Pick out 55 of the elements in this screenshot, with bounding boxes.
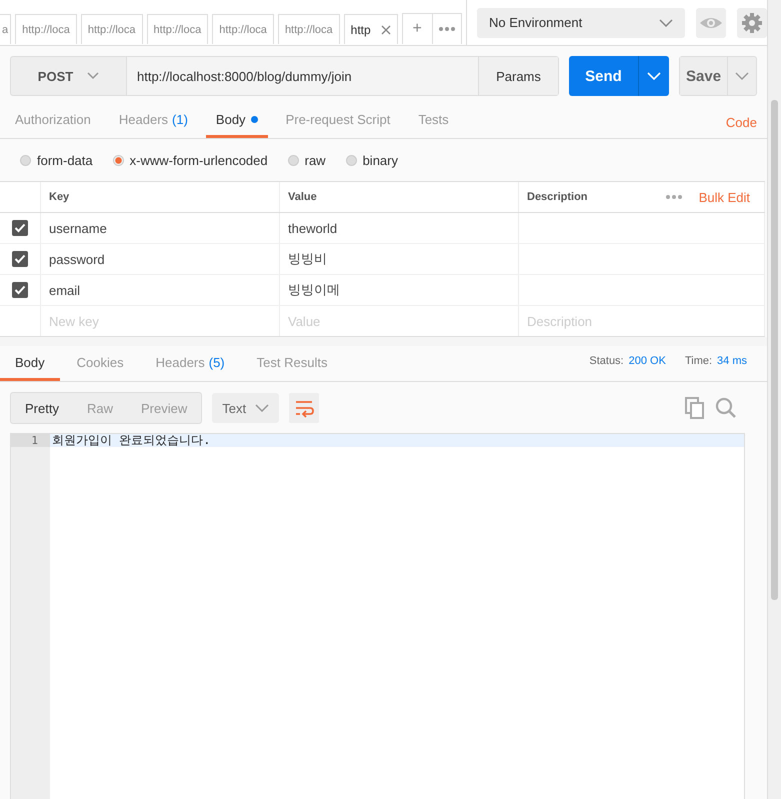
checkbox[interactable] — [12, 282, 28, 298]
request-section-tab[interactable]: Authorization — [5, 112, 101, 138]
request-tab[interactable]: http — [344, 14, 398, 44]
checkbox[interactable] — [12, 251, 28, 267]
table-cell[interactable]: 빙빙비 — [280, 244, 519, 274]
time-label: Time: — [684, 355, 712, 367]
response-tab[interactable]: Cookies — [62, 355, 139, 381]
request-tab[interactable]: http://loca — [15, 14, 77, 44]
checkbox[interactable] — [12, 220, 28, 236]
table-cell[interactable]: username — [41, 213, 280, 243]
close-icon[interactable] — [380, 24, 391, 34]
eye-icon[interactable] — [696, 8, 726, 38]
column-header: Description — [527, 191, 588, 203]
column-header: Value — [280, 182, 519, 212]
wrap-icon[interactable] — [289, 393, 320, 423]
body-type-radio[interactable]: x-www-form-urlencoded — [112, 152, 268, 168]
response-tab[interactable]: Test Results — [242, 355, 342, 381]
caret-icon[interactable] — [639, 56, 669, 96]
view-mode-button[interactable]: Pretty — [11, 393, 73, 423]
scrollbar[interactable] — [767, 0, 781, 799]
copy-icon[interactable] — [685, 397, 705, 419]
table-cell[interactable]: password — [41, 244, 280, 274]
environment-dropdown[interactable]: No Environment — [477, 8, 685, 38]
request-section-tab[interactable]: Body — [206, 112, 268, 138]
time-value: 34 ms — [717, 355, 747, 367]
code-link[interactable]: Code — [726, 115, 757, 138]
request-tab[interactable]: a — [0, 14, 12, 44]
status-label: Status: — [589, 355, 624, 367]
request-section-tab[interactable]: Headers (1) — [108, 112, 198, 138]
bulk-edit-link[interactable]: Bulk Edit — [698, 190, 750, 204]
save-button[interactable]: Save — [680, 57, 728, 95]
body-type-radio[interactable]: binary — [346, 152, 398, 168]
request-tab[interactable]: http://loca — [278, 14, 340, 44]
request-section-tab[interactable]: Tests — [408, 112, 459, 138]
table-cell[interactable]: theworld — [280, 213, 519, 243]
more-icon[interactable] — [664, 194, 683, 200]
caret-icon[interactable] — [659, 18, 673, 26]
search-icon[interactable] — [715, 397, 737, 419]
settings-icon[interactable] — [737, 8, 767, 38]
body-type-radio[interactable]: raw — [288, 152, 326, 168]
send-button[interactable]: Send — [569, 56, 639, 96]
response-tab[interactable]: Headers (5) — [140, 355, 240, 381]
body-type-radio[interactable]: form-data — [20, 152, 93, 168]
line-number: 1 — [11, 434, 50, 447]
format-dropdown[interactable]: Text — [212, 393, 280, 423]
request-section-tab[interactable]: Pre-request Script — [276, 112, 400, 138]
table-cell[interactable]: 빙빙이메 — [280, 275, 519, 305]
request-tab[interactable]: http://loca — [80, 14, 143, 44]
request-tab[interactable]: http://loca — [212, 14, 274, 44]
response-tab[interactable]: Body — [0, 355, 60, 381]
table-cell[interactable]: email — [41, 275, 280, 305]
request-tab[interactable]: http://loca — [146, 14, 208, 44]
caret-icon[interactable] — [255, 404, 270, 412]
status-value: 200 OK — [628, 355, 666, 367]
column-header: Key — [41, 182, 280, 212]
